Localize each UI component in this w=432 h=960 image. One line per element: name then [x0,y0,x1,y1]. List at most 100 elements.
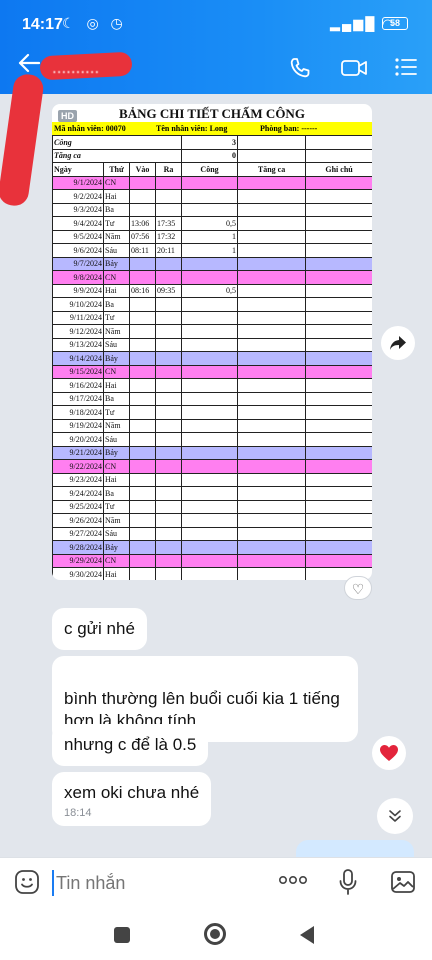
day-cell: Sáu [103,337,130,352]
day-cell: Bảy [103,540,130,555]
home-button[interactable] [204,923,226,945]
date-cell: 9/19/2024 [52,418,104,433]
table-row: 9/9/2024 Hai 08:16 09:35 0,5 [52,283,372,298]
date-cell: 9/16/2024 [52,378,104,393]
column-header: Thứ [103,162,130,177]
note-cell [305,337,372,352]
date-cell: 9/29/2024 [52,553,104,568]
column-header: Tăng ca [237,162,307,177]
tang-ca-cell [237,513,307,528]
note-cell [305,391,372,406]
cong-cell [181,553,239,568]
tang-ca-cell [237,175,307,190]
message-bubble[interactable]: xem oki chưa nhé 18:14 [52,772,212,826]
cong-cell [181,472,239,487]
in-cell [129,310,156,325]
share-icon[interactable] [381,326,415,360]
date-cell: 9/12/2024 [52,324,104,339]
day-cell: CN [103,364,130,379]
double-chevron-down-icon[interactable] [377,798,413,834]
day-cell: Ba [103,297,130,312]
in-cell [129,432,156,447]
in-cell [129,337,156,352]
in-cell [129,297,156,312]
summary-value: 3 [181,135,239,150]
back-button[interactable] [300,926,314,944]
in-cell [129,175,156,190]
tang-ca-cell [237,486,307,501]
day-cell: CN [103,175,130,190]
phone-icon[interactable] [288,56,312,86]
date-cell: 9/28/2024 [52,540,104,555]
more-icon[interactable] [278,872,308,889]
out-cell [154,472,183,487]
cong-cell [181,540,239,555]
employee-info-bar: Mã nhân viên: 00070 Tên nhân viên: Long … [52,122,372,135]
out-cell [154,297,183,312]
table-row: 9/14/2024 Bảy [52,351,372,366]
cong-cell [181,297,239,312]
contact-name[interactable]: .......... [52,58,99,78]
tang-ca-cell [237,310,307,325]
in-cell [129,364,156,379]
video-icon[interactable] [340,56,368,86]
day-cell: CN [103,553,130,568]
note-cell [305,283,372,298]
heart-outline-icon[interactable]: ♡ [344,576,372,600]
cong-cell [181,364,239,379]
cong-cell [181,567,239,580]
tang-ca-cell [237,499,307,514]
recents-button[interactable] [114,927,130,943]
table-row: 9/18/2024 Tư [52,405,372,420]
in-cell: 13:06 [129,216,156,231]
summary-label: Tăng ca [52,148,183,163]
tang-ca-cell [237,432,307,447]
tang-ca-cell [237,526,307,541]
in-cell [129,256,156,271]
cong-cell [181,513,239,528]
message-bubble[interactable]: c gửi nhé [52,608,147,650]
day-cell: Năm [103,418,130,433]
tang-ca-cell [237,283,307,298]
date-cell: 9/2/2024 [52,189,104,204]
note-cell [305,459,372,474]
date-cell: 9/20/2024 [52,432,104,447]
date-cell: 9/6/2024 [52,243,104,258]
cong-cell [181,432,239,447]
message-input[interactable] [52,870,252,896]
date-cell: 9/5/2024 [52,229,104,244]
message-time: 18:14 [64,807,92,819]
menu-icon[interactable] [394,56,418,84]
sticker-icon[interactable] [14,869,40,902]
out-cell [154,459,183,474]
out-cell [154,202,183,217]
cong-cell [181,337,239,352]
date-cell: 9/8/2024 [52,270,104,285]
in-cell [129,405,156,420]
day-cell: CN [103,459,130,474]
tang-ca-cell [237,256,307,271]
message-bubble[interactable]: nhưng c để là 0.5 [52,724,209,766]
in-cell [129,472,156,487]
tang-ca-cell [237,337,307,352]
note-cell [305,472,372,487]
image-icon[interactable] [390,869,416,901]
table-row: 9/2/2024 Hai [52,189,372,204]
tang-ca-cell [237,445,307,460]
empty-cell [305,148,372,163]
cong-cell [181,459,239,474]
out-cell [154,337,183,352]
table-row: 9/24/2024 Ba [52,486,372,501]
day-cell: Tư [103,405,130,420]
table-row: 9/10/2024 Ba [52,297,372,312]
mic-icon[interactable] [338,868,358,902]
department: Phòng ban: ------ [260,124,318,133]
image-message[interactable]: BẢNG CHI TIẾT CHẤM CÔNG HD Mã nhân viên:… [52,104,372,580]
cong-cell: 1 [181,229,239,244]
tang-ca-cell [237,270,307,285]
heart-icon[interactable] [372,736,406,770]
tang-ca-cell [237,324,307,339]
out-cell [154,310,183,325]
employee-name: Tên nhân viên: Long [156,124,228,133]
tang-ca-cell [237,540,307,555]
